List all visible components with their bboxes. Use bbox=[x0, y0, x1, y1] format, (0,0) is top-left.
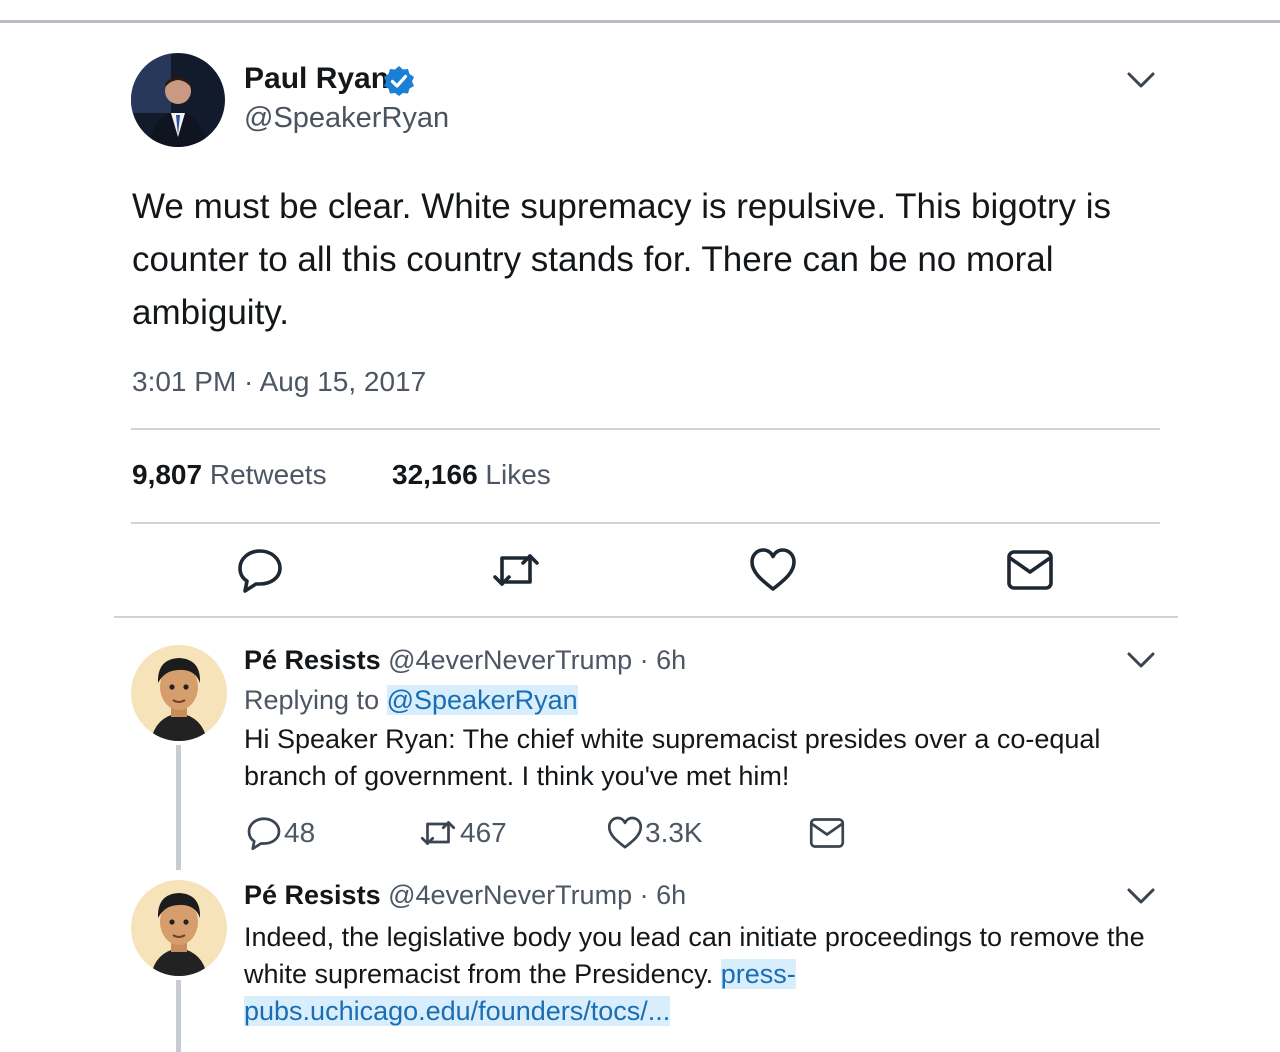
divider bbox=[131, 428, 1160, 430]
divider bbox=[131, 522, 1160, 524]
reply-meta[interactable]: @4everNeverTrump · 6h bbox=[388, 880, 686, 910]
reply-icon[interactable] bbox=[236, 546, 284, 594]
reply-retweet-action[interactable]: 467 bbox=[418, 815, 507, 851]
retweets-count: 9,807 bbox=[132, 459, 203, 490]
retweets-stat[interactable]: 9,807 Retweets bbox=[132, 459, 327, 491]
replying-to-handle[interactable]: @SpeakerRyan bbox=[386, 685, 578, 715]
replying-to: Replying to @SpeakerRyan bbox=[244, 685, 578, 716]
top-rule bbox=[0, 0, 1280, 23]
reply-text: Hi Speaker Ryan: The chief white suprema… bbox=[244, 724, 1101, 791]
reply-header: Pé Resists @4everNeverTrump · 6h bbox=[244, 880, 686, 911]
reply-avatar[interactable] bbox=[131, 880, 227, 976]
reply-icon bbox=[247, 817, 281, 851]
like-icon[interactable] bbox=[749, 546, 797, 594]
retweet-icon bbox=[420, 821, 456, 845]
retweet-count: 467 bbox=[460, 817, 507, 848]
like-icon bbox=[607, 816, 643, 849]
chevron-down-icon[interactable] bbox=[1126, 886, 1156, 906]
reply-like-action[interactable]: 3.3K bbox=[607, 815, 703, 851]
reply-header: Pé Resists @4everNeverTrump · 6h bbox=[244, 645, 686, 676]
thread-line bbox=[176, 980, 181, 1052]
tweet-timestamp[interactable]: 3:01 PM · Aug 15, 2017 bbox=[132, 366, 426, 398]
chevron-down-icon[interactable] bbox=[1126, 70, 1156, 90]
author-handle[interactable]: @SpeakerRyan bbox=[244, 102, 449, 135]
reply-reply-action[interactable]: 48 bbox=[246, 815, 315, 851]
reply-author-name[interactable]: Pé Resists bbox=[244, 880, 381, 910]
verified-icon bbox=[384, 66, 414, 96]
reply-meta[interactable]: @4everNeverTrump · 6h bbox=[388, 645, 686, 675]
reply-text: Indeed, the legislative body you lead ca… bbox=[244, 919, 1174, 1030]
reply-avatar[interactable] bbox=[131, 645, 227, 741]
retweets-label: Retweets bbox=[209, 459, 327, 490]
thread-line bbox=[176, 745, 181, 870]
likes-stat[interactable]: 32,166 Likes bbox=[392, 459, 551, 491]
retweet-icon[interactable] bbox=[492, 546, 540, 594]
likes-count: 32,166 bbox=[392, 459, 478, 490]
likes-label: Likes bbox=[485, 459, 551, 490]
reply-dm-action[interactable] bbox=[808, 815, 846, 851]
reply-count: 48 bbox=[284, 817, 316, 848]
replying-to-label: Replying to bbox=[244, 685, 380, 715]
dm-icon bbox=[809, 818, 845, 848]
tweet-text: We must be clear. White supremacy is rep… bbox=[132, 187, 1112, 332]
reply-author-name[interactable]: Pé Resists bbox=[244, 645, 381, 675]
reply-text-body: Indeed, the legislative body you lead ca… bbox=[244, 922, 1145, 989]
author-name[interactable]: Paul Ryan bbox=[244, 62, 389, 96]
dm-icon[interactable] bbox=[1006, 546, 1054, 594]
chevron-down-icon[interactable] bbox=[1126, 650, 1156, 670]
like-count: 3.3K bbox=[645, 817, 703, 848]
divider bbox=[114, 616, 1178, 618]
author-avatar[interactable] bbox=[131, 53, 225, 147]
